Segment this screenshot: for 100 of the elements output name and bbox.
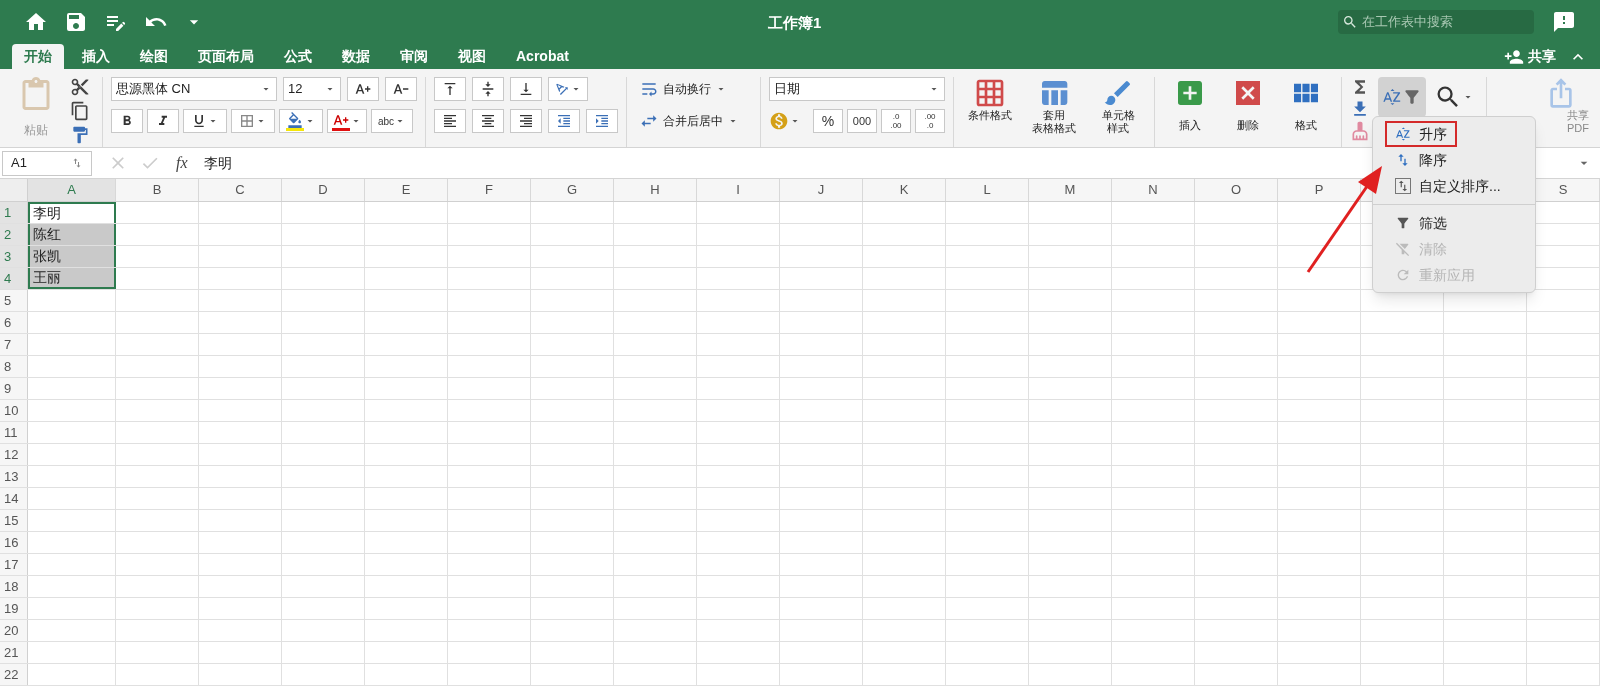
row-header[interactable]: 17 (0, 554, 28, 575)
format-painter-icon[interactable] (70, 125, 90, 145)
ribbon-tab[interactable]: 公式 (272, 44, 324, 69)
ribbon-tab[interactable]: 审阅 (388, 44, 440, 69)
menu-item[interactable]: 自定义排序... (1385, 173, 1511, 199)
align-middle-icon (480, 81, 496, 97)
column-header[interactable]: J (780, 179, 863, 201)
menu-item[interactable]: 升序 (1385, 121, 1457, 147)
align-right-button[interactable] (510, 109, 542, 133)
italic-button[interactable] (147, 109, 179, 133)
number-format-field[interactable]: 日期 (769, 77, 945, 101)
column-header[interactable]: E (365, 179, 448, 201)
cells-button[interactable]: 插入 (1167, 77, 1213, 147)
ribbon-tab[interactable]: 视图 (446, 44, 498, 69)
ribbon-tab[interactable]: 数据 (330, 44, 382, 69)
stepper-icon (71, 157, 83, 169)
align-bottom-button[interactable] (510, 77, 542, 101)
sort-az-icon (1382, 87, 1402, 107)
row-header[interactable]: 13 (0, 466, 28, 487)
table-cell: 张凯 (28, 246, 116, 267)
column-header[interactable]: D (282, 179, 365, 201)
share-button[interactable]: 共享 (1504, 46, 1556, 67)
row-header[interactable]: 9 (0, 378, 28, 399)
decrease-indent-button[interactable] (548, 109, 580, 133)
save-icon[interactable] (64, 10, 88, 34)
font-color-button[interactable] (327, 109, 367, 133)
align-top-button[interactable] (434, 77, 466, 101)
row-header[interactable]: 6 (0, 312, 28, 333)
row-header[interactable]: 19 (0, 598, 28, 619)
column-header[interactable]: C (199, 179, 282, 201)
decrease-decimal-button[interactable]: .00 .0 (915, 109, 945, 133)
column-header[interactable]: F (448, 179, 531, 201)
row-header[interactable]: 4 (0, 268, 28, 289)
column-header[interactable]: H (614, 179, 697, 201)
row-header[interactable]: 3 (0, 246, 28, 267)
row-header[interactable]: 12 (0, 444, 28, 465)
menu-item[interactable]: 筛选 (1385, 210, 1457, 236)
cut-icon[interactable] (70, 77, 90, 97)
column-header[interactable]: O (1195, 179, 1278, 201)
column-header[interactable]: G (531, 179, 614, 201)
increase-indent-button[interactable] (586, 109, 618, 133)
underline-icon (191, 113, 207, 129)
row-header[interactable]: 7 (0, 334, 28, 355)
grow-font-button[interactable] (347, 77, 379, 101)
bold-button[interactable] (111, 109, 143, 133)
orientation-button[interactable] (548, 77, 588, 101)
column-header[interactable]: B (116, 179, 199, 201)
merge-center-button[interactable]: 合并后居中 (639, 111, 748, 131)
menu-item[interactable]: 降序 (1385, 147, 1457, 173)
fill-color-button[interactable] (279, 109, 323, 133)
ribbon-tab[interactable]: 页面布局 (186, 44, 266, 69)
row-header[interactable]: 18 (0, 576, 28, 597)
text-effects-button[interactable]: abc (371, 109, 413, 133)
wrap-text-button[interactable]: 自动换行 (639, 79, 748, 99)
comment-icon[interactable] (1552, 10, 1576, 34)
comma-button[interactable]: 000 (847, 109, 877, 133)
row-header[interactable]: 15 (0, 510, 28, 531)
column-header[interactable]: I (697, 179, 780, 201)
row-header[interactable]: 21 (0, 642, 28, 663)
row-header[interactable]: 14 (0, 488, 28, 509)
row-header[interactable]: 2 (0, 224, 28, 245)
row-header[interactable]: 1 (0, 202, 28, 223)
column-header[interactable]: L (946, 179, 1029, 201)
column-header[interactable]: A (28, 179, 116, 201)
row-header[interactable]: 22 (0, 664, 28, 685)
reapply-icon (1395, 267, 1411, 283)
column-header[interactable]: K (863, 179, 946, 201)
sort-filter-button[interactable] (1378, 77, 1426, 117)
font-name-field[interactable]: 思源黑体 CN (111, 77, 277, 101)
row-header[interactable]: 8 (0, 356, 28, 377)
row-header[interactable]: 5 (0, 290, 28, 311)
cells-button[interactable]: 格式 (1283, 77, 1329, 147)
increase-decimal-button[interactable]: .0 .00 (881, 109, 911, 133)
ribbon-tab[interactable]: 绘图 (128, 44, 180, 69)
column-header[interactable]: M (1029, 179, 1112, 201)
column-header[interactable]: N (1112, 179, 1195, 201)
style-button[interactable]: 套用 表格格式 (1026, 77, 1082, 147)
function-label[interactable]: fx (176, 151, 188, 175)
row-header[interactable]: 10 (0, 400, 28, 421)
row-header[interactable]: 11 (0, 422, 28, 443)
search-field[interactable]: 在工作表中搜索 (1338, 10, 1534, 34)
font-size-field[interactable]: 12 (283, 77, 341, 101)
percent-button[interactable]: % (813, 109, 843, 133)
underline-button[interactable] (183, 109, 227, 133)
shrink-font-button[interactable] (385, 77, 417, 101)
ribbon-tab[interactable]: Acrobat (504, 44, 581, 69)
align-center-button[interactable] (472, 109, 504, 133)
align-center-icon (480, 113, 496, 129)
align-middle-button[interactable] (472, 77, 504, 101)
style-button[interactable]: 单元格 样式 (1090, 77, 1146, 147)
ribbon-tab[interactable]: 开始 (12, 44, 64, 69)
style-button[interactable]: 条件格式 (962, 77, 1018, 147)
copy-icon[interactable] (70, 101, 90, 121)
ribbon-tab[interactable]: 插入 (70, 44, 122, 69)
search-input[interactable]: 在工作表中搜索 (1362, 12, 1522, 32)
cells-button[interactable]: 删除 (1225, 77, 1271, 147)
row-header[interactable]: 16 (0, 532, 28, 553)
row-header[interactable]: 20 (0, 620, 28, 641)
align-left-button[interactable] (434, 109, 466, 133)
name-box[interactable]: A1 (2, 150, 92, 176)
